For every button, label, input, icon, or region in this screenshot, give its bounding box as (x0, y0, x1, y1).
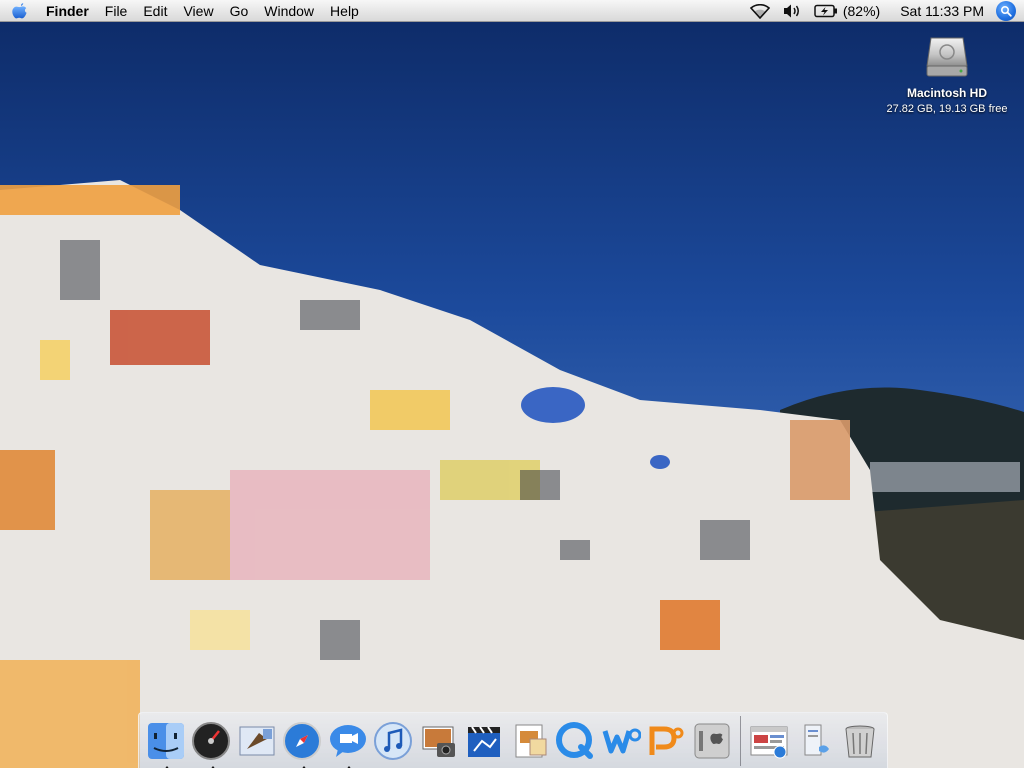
menu-bar: Finder File Edit View Go Window Help (82… (0, 0, 1024, 22)
dock-preview[interactable] (509, 719, 551, 763)
volume-menu[interactable] (776, 0, 808, 22)
iphoto-icon (422, 726, 455, 757)
apple-menu[interactable] (0, 0, 40, 22)
word-icon (602, 728, 641, 753)
dock-dashboard[interactable] (191, 719, 233, 768)
preview-icon (515, 724, 547, 757)
dock (138, 712, 888, 768)
menu-view[interactable]: View (175, 0, 221, 22)
dock-minimized-window[interactable] (748, 719, 790, 763)
dock-system-preferences[interactable] (691, 719, 733, 763)
volume-icon (783, 4, 799, 18)
imovie-icon (468, 725, 501, 757)
apple-logo-icon (12, 2, 27, 18)
desktop[interactable] (0, 0, 1024, 768)
menu-go[interactable]: Go (222, 0, 257, 22)
battery-menu[interactable]: (82%) (808, 0, 886, 22)
dock-quicktime[interactable] (555, 719, 597, 763)
dock-mail[interactable] (236, 719, 278, 763)
clock: Sat 11:33 PM (900, 3, 984, 19)
wifi-menu[interactable] (744, 0, 776, 22)
dock-imovie[interactable] (464, 719, 506, 763)
clock-menu[interactable]: Sat 11:33 PM (886, 0, 990, 22)
powerpoint-icon (649, 726, 684, 755)
ichat-icon (329, 724, 366, 757)
dashboard-icon (192, 721, 231, 760)
minimized-window-icon (750, 726, 788, 758)
system-preferences-icon (694, 723, 730, 758)
battery-charging-icon (814, 4, 837, 18)
dock-documents[interactable] (794, 719, 836, 763)
dock-word[interactable] (600, 719, 642, 763)
battery-percent: (82%) (842, 3, 881, 19)
desktop-icon-macintosh-hd[interactable]: Macintosh HD 27.82 GB, 19.13 GB free (880, 32, 1014, 115)
dock-finder[interactable] (145, 719, 187, 768)
documents-stack-icon (804, 724, 829, 755)
dock-powerpoint[interactable] (646, 719, 688, 763)
wifi-icon (749, 3, 770, 19)
quicktime-icon (556, 721, 594, 759)
desktop-icon-info: 27.82 GB, 19.13 GB free (886, 103, 1008, 115)
desktop-icon-label: Macintosh HD (906, 86, 987, 100)
menu-help[interactable]: Help (322, 0, 367, 22)
mail-icon (239, 726, 275, 755)
hard-drive-icon (923, 32, 971, 80)
spotlight-button[interactable] (996, 1, 1016, 21)
spotlight-search-icon (1000, 5, 1012, 17)
menu-finder[interactable]: Finder (40, 0, 97, 22)
menu-edit[interactable]: Edit (135, 0, 175, 22)
dock-trash[interactable] (839, 719, 881, 763)
dock-safari[interactable] (282, 719, 324, 768)
itunes-icon (374, 721, 413, 760)
dock-iphoto[interactable] (418, 719, 460, 763)
trash-icon (845, 725, 875, 757)
wallpaper-image (0, 0, 1024, 768)
dock-ichat[interactable] (327, 719, 369, 768)
finder-icon (147, 722, 184, 759)
menu-file[interactable]: File (97, 0, 136, 22)
menu-window[interactable]: Window (256, 0, 322, 22)
safari-icon (283, 721, 322, 760)
dock-separator (739, 715, 742, 766)
menu-extras: (82%) Sat 11:33 PM (744, 0, 1024, 22)
dock-itunes[interactable] (373, 719, 415, 763)
